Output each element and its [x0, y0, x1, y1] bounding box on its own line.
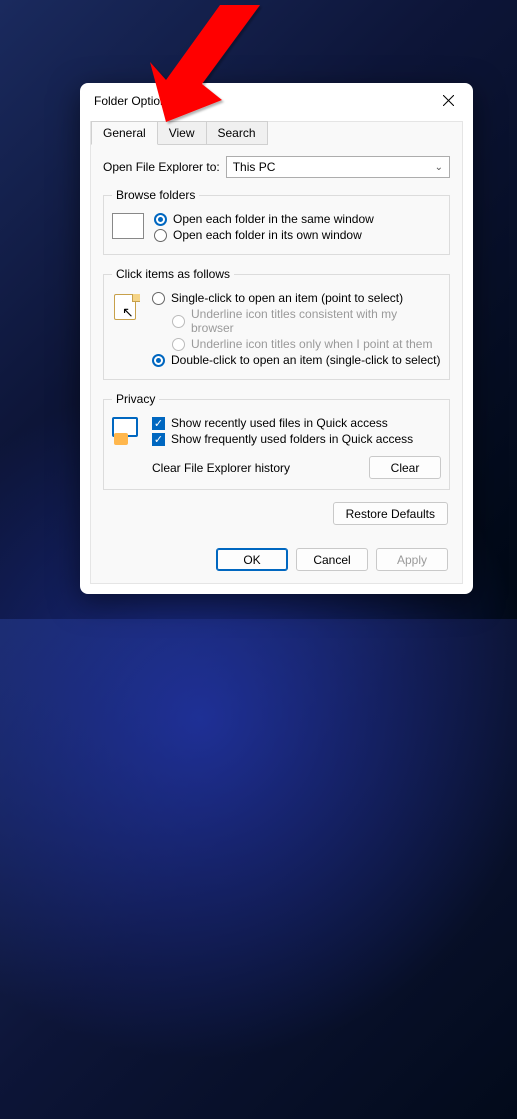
tab-view[interactable]: View [157, 121, 207, 145]
check-frequent-folders[interactable]: ✓ Show frequently used folders in Quick … [152, 432, 441, 446]
radio-double-click-label: Double-click to open an item (single-cli… [171, 353, 440, 367]
cancel-button[interactable]: Cancel [296, 548, 368, 571]
radio-own-window-label: Open each folder in its own window [173, 228, 362, 242]
tab-general[interactable]: General [91, 121, 158, 145]
radio-icon [154, 213, 167, 226]
check-recent-files-label: Show recently used files in Quick access [171, 416, 388, 430]
radio-same-window[interactable]: Open each folder in the same window [154, 212, 441, 226]
radio-icon [154, 229, 167, 242]
click-items-legend: Click items as follows [112, 267, 234, 281]
ok-button[interactable]: OK [216, 548, 288, 571]
radio-double-click[interactable]: Double-click to open an item (single-cli… [152, 353, 441, 367]
radio-underline-point-label: Underline icon titles only when I point … [191, 337, 432, 351]
open-explorer-dropdown[interactable]: This PC ⌄ [226, 156, 450, 178]
radio-underline-browser-label: Underline icon titles consistent with my… [191, 307, 441, 335]
radio-icon [152, 292, 165, 305]
checkbox-icon: ✓ [152, 433, 165, 446]
open-explorer-value: This PC [233, 160, 276, 174]
privacy-icon [112, 417, 142, 445]
click-items-icon: ↖ [112, 292, 142, 322]
radio-icon [152, 354, 165, 367]
radio-icon [172, 315, 185, 328]
titlebar: Folder Options [80, 83, 473, 118]
browse-folders-legend: Browse folders [112, 188, 199, 202]
dialog-buttons: OK Cancel Apply [216, 548, 448, 571]
tab-strip: General View Search [91, 121, 462, 145]
open-explorer-label: Open File Explorer to: [103, 160, 220, 174]
apply-button[interactable]: Apply [376, 548, 448, 571]
click-items-group: Click items as follows ↖ Single-click to… [103, 267, 450, 380]
browse-folders-group: Browse folders Open each folder in the s… [103, 188, 450, 255]
radio-own-window[interactable]: Open each folder in its own window [154, 228, 441, 242]
client-area: General View Search Open File Explorer t… [90, 121, 463, 584]
check-frequent-folders-label: Show frequently used folders in Quick ac… [171, 432, 413, 446]
clear-history-label: Clear File Explorer history [152, 461, 290, 475]
close-icon [443, 95, 454, 106]
chevron-down-icon: ⌄ [435, 162, 443, 173]
tab-search[interactable]: Search [206, 121, 268, 145]
radio-single-click-label: Single-click to open an item (point to s… [171, 291, 403, 305]
window-title: Folder Options [94, 94, 427, 108]
radio-same-window-label: Open each folder in the same window [173, 212, 374, 226]
privacy-legend: Privacy [112, 392, 159, 406]
checkbox-icon: ✓ [152, 417, 165, 430]
radio-underline-point: Underline icon titles only when I point … [172, 337, 441, 351]
radio-single-click[interactable]: Single-click to open an item (point to s… [152, 291, 441, 305]
privacy-group: Privacy ✓ Show recently used files in Qu… [103, 392, 450, 490]
radio-icon [172, 338, 185, 351]
general-pane: Open File Explorer to: This PC ⌄ Browse … [91, 146, 462, 525]
check-recent-files[interactable]: ✓ Show recently used files in Quick acce… [152, 416, 441, 430]
browse-folders-icon [112, 213, 144, 239]
folder-options-window: Folder Options General View Search Open … [80, 83, 473, 594]
close-button[interactable] [427, 84, 469, 117]
restore-defaults-button[interactable]: Restore Defaults [333, 502, 448, 525]
clear-button[interactable]: Clear [369, 456, 441, 479]
radio-underline-browser: Underline icon titles consistent with my… [172, 307, 441, 335]
